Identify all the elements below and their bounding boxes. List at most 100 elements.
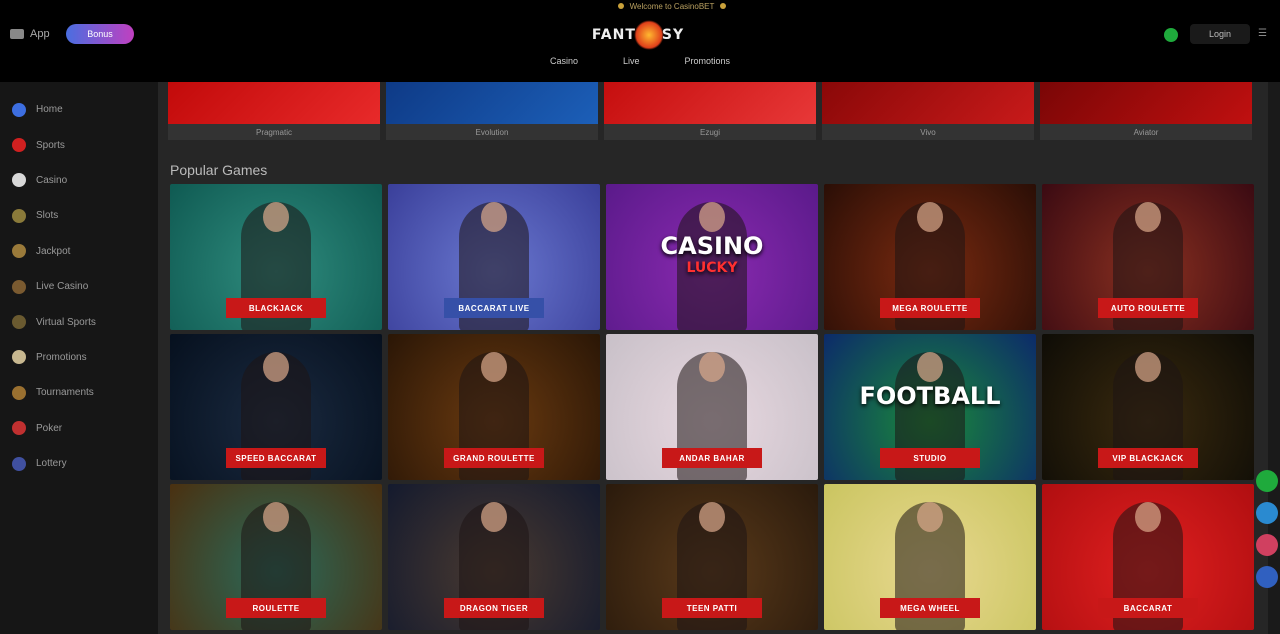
sidebar-item[interactable]: Lottery	[0, 446, 158, 481]
sidebar-item-label: Live Casino	[36, 281, 89, 293]
game-name-banner: MEGA ROULETTE	[880, 298, 980, 318]
game-card[interactable]: BACCARAT	[1042, 484, 1254, 630]
sidebar-item-label: Tournaments	[36, 387, 94, 399]
support-icon[interactable]	[1256, 566, 1278, 588]
game-card[interactable]: SPEED BACCARAT	[170, 334, 382, 480]
provider-card[interactable]: Aviator	[1040, 82, 1252, 142]
top-header: Welcome to CasinoBET App Bonus FANT SY C…	[0, 0, 1280, 82]
provider-card[interactable]: Pragmatic	[168, 82, 380, 142]
game-name-banner: AUTO ROULETTE	[1098, 298, 1198, 318]
lottery-icon	[12, 456, 26, 471]
game-card[interactable]: AUTO ROULETTE	[1042, 184, 1254, 330]
sidebar-item-label: Promotions	[36, 351, 87, 363]
game-title-art: CASINO LUCKY	[660, 232, 764, 276]
game-name-banner: BACCARAT LIVE	[444, 298, 544, 318]
sidebar-item[interactable]: Home	[0, 92, 158, 127]
sidebar: Home Sports Casino Slots Jackpot Live Casino V…	[0, 82, 158, 634]
sidebar-item[interactable]: Live Casino	[0, 269, 158, 304]
game-card[interactable]: VIP BLACKJACK	[1042, 334, 1254, 480]
game-name-banner: DRAGON TIGER	[444, 598, 544, 618]
virtual-icon	[12, 315, 26, 330]
game-card[interactable]: TEEN PATTI	[606, 484, 818, 630]
game-card[interactable]: BACCARAT LIVE	[388, 184, 600, 330]
provider-label: Aviator	[1040, 124, 1252, 140]
chip-icon	[12, 279, 26, 294]
star-icon	[720, 3, 727, 9]
star-icon	[617, 3, 624, 9]
provider-label: Evolution	[386, 124, 598, 140]
app-download-button[interactable]: App	[10, 24, 50, 44]
provider-label: Pragmatic	[168, 124, 380, 140]
site-logo[interactable]: FANT SY	[588, 18, 688, 52]
section-title: Popular Games	[170, 162, 268, 178]
trophy-icon	[12, 385, 26, 400]
online-status-icon	[1164, 28, 1178, 42]
provider-banner	[1040, 82, 1252, 124]
game-card[interactable]: DRAGON TIGER	[388, 484, 600, 630]
game-card[interactable]: BLACKJACK	[170, 184, 382, 330]
login-button[interactable]: Login	[1190, 24, 1250, 44]
announcement-text: Welcome to CasinoBET	[629, 1, 715, 11]
gift-icon	[12, 350, 26, 365]
game-card[interactable]: GRAND ROULETTE	[388, 334, 600, 480]
home-icon	[12, 102, 26, 117]
game-card[interactable]: CASINO LUCKY	[606, 184, 818, 330]
sidebar-item-label: Virtual Sports	[36, 316, 96, 328]
provider-strip: Pragmatic Evolution Ezugi Vivo Aviator	[168, 82, 1252, 142]
provider-banner	[386, 82, 598, 124]
sidebar-item[interactable]: Sports	[0, 127, 158, 162]
main-content: Pragmatic Evolution Ezugi Vivo Aviator Popul…	[158, 82, 1268, 634]
poker-icon	[12, 421, 26, 436]
announcement-bar: Welcome to CasinoBET	[600, 0, 744, 12]
game-name-banner: BLACKJACK	[226, 298, 326, 318]
jackpot-icon	[12, 244, 26, 259]
flame-icon	[633, 20, 664, 50]
provider-banner	[822, 82, 1034, 124]
sidebar-item-label: Sports	[36, 139, 65, 151]
nav-item-promotions[interactable]: Promotions	[684, 56, 730, 72]
sidebar-item-label: Lottery	[36, 458, 67, 470]
sidebar-item[interactable]: Virtual Sports	[0, 304, 158, 339]
promo-button[interactable]: Bonus	[66, 24, 134, 44]
nav-item-casino[interactable]: Casino	[550, 56, 578, 72]
provider-card[interactable]: Vivo	[822, 82, 1034, 142]
sidebar-item[interactable]: Promotions	[0, 340, 158, 375]
sidebar-item[interactable]: Casino	[0, 163, 158, 198]
menu-icon[interactable]: ☰	[1258, 28, 1270, 40]
sidebar-item-label: Home	[36, 104, 63, 116]
game-card[interactable]: MEGA ROULETTE	[824, 184, 1036, 330]
cards-icon	[12, 173, 26, 188]
sports-icon	[12, 138, 26, 153]
game-card[interactable]: ANDAR BAHAR	[606, 334, 818, 480]
chat-icon[interactable]	[1256, 534, 1278, 556]
sidebar-item-label: Jackpot	[36, 245, 71, 257]
sidebar-item[interactable]: Jackpot	[0, 234, 158, 269]
game-name-banner: ROULETTE	[226, 598, 326, 618]
whatsapp-icon[interactable]	[1256, 470, 1278, 492]
game-name-banner: GRAND ROULETTE	[444, 448, 544, 468]
provider-banner	[604, 82, 816, 124]
sidebar-item-label: Slots	[36, 210, 59, 222]
provider-card[interactable]: Ezugi	[604, 82, 816, 142]
sidebar-item[interactable]: Slots	[0, 198, 158, 233]
game-name-banner: MEGA WHEEL	[880, 598, 980, 618]
nav-item-live[interactable]: Live	[623, 56, 640, 72]
slot-icon	[12, 208, 26, 223]
sidebar-item[interactable]: Poker	[0, 411, 158, 446]
floating-actions	[1256, 470, 1278, 588]
phone-icon	[10, 29, 24, 39]
game-name-banner: STUDIO	[880, 448, 980, 468]
sidebar-item[interactable]: Tournaments	[0, 375, 158, 410]
games-grid: BLACKJACK BACCARAT LIVE CASINO LUCKY MEGA RO…	[170, 184, 1254, 630]
app-label: App	[30, 28, 50, 40]
provider-label: Ezugi	[604, 124, 816, 140]
game-card[interactable]: MEGA WHEEL	[824, 484, 1036, 630]
telegram-icon[interactable]	[1256, 502, 1278, 524]
game-card[interactable]: ROULETTE	[170, 484, 382, 630]
sidebar-item-label: Casino	[36, 174, 68, 186]
provider-card[interactable]: Evolution	[386, 82, 598, 142]
game-name-banner: BACCARAT	[1098, 598, 1198, 618]
game-name-banner: TEEN PATTI	[662, 598, 762, 618]
provider-label: Vivo	[822, 124, 1034, 140]
game-card[interactable]: FOOTBALL STUDIO	[824, 334, 1036, 480]
